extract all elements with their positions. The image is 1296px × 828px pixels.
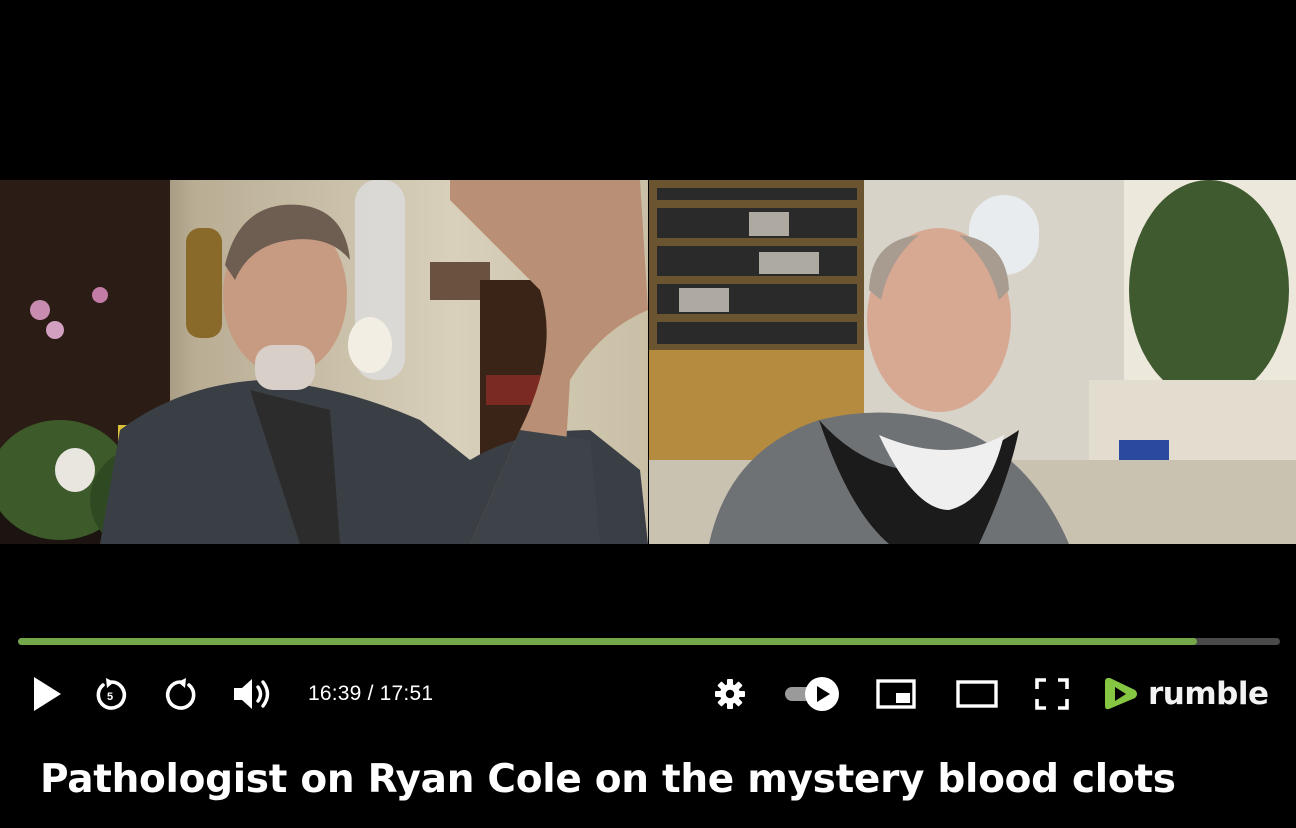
autoplay-toggle-icon (785, 677, 839, 711)
control-bar: 5 16:39 / 17:51 rumble (0, 660, 1296, 728)
left-speaker-video-image (0, 180, 648, 544)
rewind-button[interactable]: 5 (90, 670, 130, 718)
duration: 17:51 (379, 682, 434, 705)
replay-icon: 5 (96, 678, 127, 710)
settings-button[interactable] (712, 670, 748, 718)
forward-button[interactable] (162, 670, 202, 718)
video-frame[interactable] (0, 180, 1296, 544)
theater-mode-icon (956, 680, 998, 708)
video-pane-left (0, 180, 648, 544)
progress-fill (18, 638, 1197, 645)
time-separator: / (361, 682, 380, 705)
forward-icon (165, 678, 196, 710)
current-time: 16:39 (308, 682, 362, 705)
theater-mode-button[interactable] (954, 670, 1000, 718)
video-player[interactable]: 5 16:39 / 17:51 rumble (0, 0, 1296, 728)
volume-button[interactable] (230, 670, 276, 718)
time-display: 16:39 / 17:51 (308, 680, 433, 708)
title-bar: Pathologist on Ryan Cole on the mystery … (0, 728, 1296, 828)
gear-icon (715, 679, 745, 709)
video-pane-right (649, 180, 1296, 544)
volume-icon (234, 679, 270, 709)
logo-text: rumble (1148, 676, 1269, 712)
miniplayer-icon (876, 679, 916, 709)
progress-bar[interactable] (18, 638, 1280, 645)
autoplay-toggle[interactable] (782, 670, 842, 718)
right-speaker-video-image (649, 180, 1296, 544)
fullscreen-icon (1035, 678, 1069, 710)
rumble-play-icon (1105, 678, 1137, 710)
fullscreen-button[interactable] (1032, 670, 1072, 718)
rumble-logo[interactable]: rumble (1102, 672, 1269, 716)
play-icon (34, 677, 61, 711)
miniplayer-button[interactable] (874, 670, 918, 718)
svg-text:5: 5 (107, 691, 113, 703)
play-button[interactable] (26, 670, 66, 718)
video-title: Pathologist on Ryan Cole on the mystery … (40, 757, 1176, 802)
